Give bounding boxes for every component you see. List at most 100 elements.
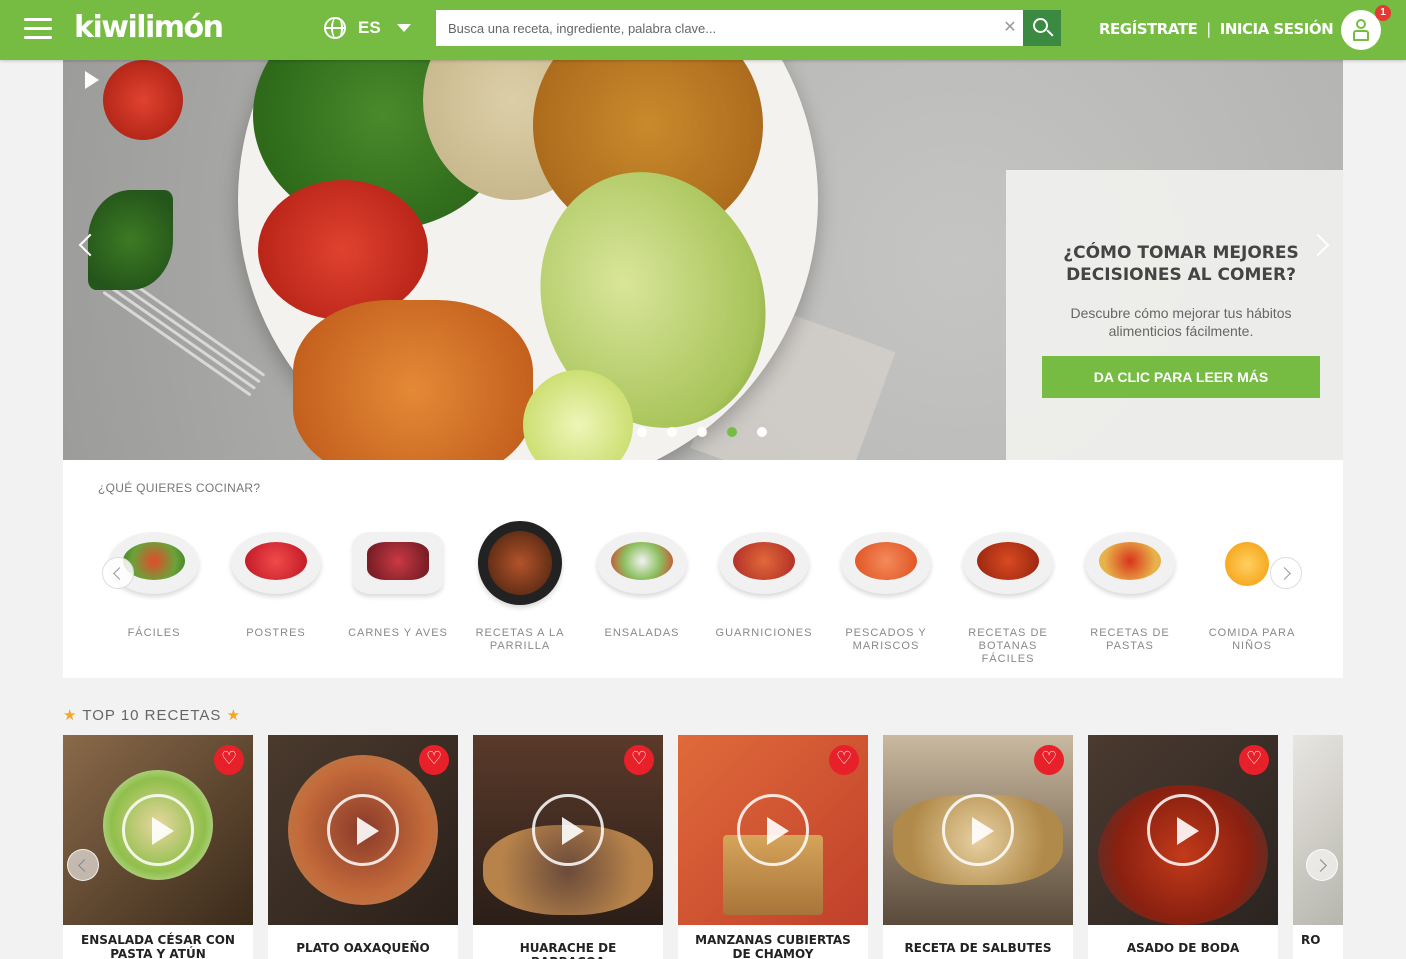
- recipe-card[interactable]: PLATO OAXAQUEÑO: [268, 735, 458, 959]
- favorite-heart-icon[interactable]: [214, 745, 244, 775]
- favorite-heart-icon[interactable]: [1034, 745, 1064, 775]
- category-pastas[interactable]: RECETAS DE PASTAS: [1069, 515, 1191, 666]
- language-label: ES: [358, 18, 381, 37]
- search-bar: ✕: [436, 10, 1061, 46]
- play-video-icon[interactable]: [122, 794, 194, 866]
- favorite-heart-icon[interactable]: [829, 745, 859, 775]
- wings-icon: [956, 515, 1060, 610]
- auth-separator: |: [1206, 20, 1211, 38]
- category-label: PESCADOS Y MARISCOS: [845, 627, 927, 652]
- category-label: RECETAS DE BOTANAS FÁCILES: [968, 627, 1048, 665]
- user-icon: [1356, 19, 1366, 29]
- salmon-icon: [834, 515, 938, 610]
- recipe-card[interactable]: ASADO DE BODA: [1088, 735, 1278, 959]
- favorite-heart-icon[interactable]: [419, 745, 449, 775]
- category-botanas[interactable]: RECETAS DE BOTANAS FÁCILES: [947, 515, 1069, 666]
- category-pescados[interactable]: PESCADOS Y MARISCOS: [825, 515, 947, 666]
- search-input[interactable]: [436, 10, 997, 46]
- recipe-image: [883, 735, 1073, 925]
- login-link[interactable]: INICIA SESIÓN: [1220, 20, 1334, 38]
- sweet-potato-image: [293, 300, 533, 460]
- meat-icon: [346, 515, 450, 610]
- star-icon: ★: [63, 707, 78, 724]
- carousel-dot[interactable]: [757, 427, 767, 437]
- recipe-image: [268, 735, 458, 925]
- spinach-leaf-image: [88, 190, 173, 290]
- carousel-dot-active[interactable]: [727, 427, 737, 437]
- recipe-image: [1088, 735, 1278, 925]
- category-heading: ¿QUÉ QUIERES COCINAR?: [98, 481, 261, 495]
- category-label: CARNES Y AVES: [348, 627, 448, 639]
- carousel-dot[interactable]: [637, 427, 647, 437]
- top10-heading: ★ TOP 10 RECETAS ★: [63, 706, 241, 724]
- recipe-title: MANZANAS CUBIERTAS DE CHAMOY: [695, 933, 851, 959]
- clear-icon[interactable]: ✕: [997, 10, 1023, 46]
- notification-badge: 1: [1375, 5, 1391, 21]
- top10-title: TOP 10 RECETAS: [82, 707, 222, 724]
- ratatouille-icon: [712, 515, 816, 610]
- cherry-tomatoes-image: [258, 180, 428, 320]
- play-video-icon[interactable]: [327, 794, 399, 866]
- category-label: COMIDA PARA NIÑOS: [1208, 627, 1296, 652]
- hamburger-menu-icon[interactable]: [24, 18, 52, 42]
- language-selector[interactable]: ES: [324, 17, 411, 39]
- recipes-next-arrow-icon[interactable]: [1306, 849, 1338, 881]
- carousel-dots: [637, 427, 767, 437]
- pasta-icon: [1078, 515, 1182, 610]
- hero-title: ¿CÓMO TOMAR MEJORES DECISIONES AL COMER?: [1063, 243, 1299, 285]
- category-guarniciones[interactable]: GUARNICIONES: [703, 515, 825, 666]
- category-label: ENSALADAS: [604, 627, 680, 639]
- play-video-icon[interactable]: [942, 794, 1014, 866]
- user-icon-body: [1353, 30, 1369, 41]
- play-video-icon[interactable]: [532, 794, 604, 866]
- recipe-title: PLATO OAXAQUEÑO: [296, 941, 430, 955]
- category-parrilla[interactable]: RECETAS A LA PARRILLA: [459, 515, 581, 666]
- category-section: ¿QUÉ QUIERES COCINAR? FÁCILES POSTRES CA…: [63, 460, 1343, 678]
- strawberries-icon: [224, 515, 328, 610]
- category-prev-arrow-icon[interactable]: [102, 557, 134, 589]
- category-postres[interactable]: POSTRES: [215, 515, 337, 666]
- favorite-heart-icon[interactable]: [624, 745, 654, 775]
- recipe-card[interactable]: RECETA DE SALBUTES: [883, 735, 1073, 959]
- read-more-button[interactable]: DA CLIC PARA LEER MÁS: [1042, 356, 1320, 398]
- category-label: FÁCILES: [127, 627, 181, 639]
- hero-banner: ¿CÓMO TOMAR MEJORES DECISIONES AL COMER?…: [63, 60, 1343, 460]
- grill-icon: [468, 515, 572, 610]
- auth-links: REGÍSTRATE | INICIA SESIÓN: [1099, 20, 1334, 38]
- play-video-icon[interactable]: [737, 794, 809, 866]
- category-label: GUARNICIONES: [715, 627, 813, 639]
- category-faciles[interactable]: FÁCILES: [93, 515, 215, 666]
- hero-promo-card: ¿CÓMO TOMAR MEJORES DECISIONES AL COMER?…: [1006, 170, 1343, 460]
- chevron-down-icon: [396, 24, 411, 32]
- recipe-card[interactable]: HUARACHE DE BARBACOA: [473, 735, 663, 959]
- salad-plate-icon: [590, 515, 694, 610]
- recipes-prev-arrow-icon[interactable]: [67, 849, 99, 881]
- top-header: kiwilimón ES ✕ REGÍSTRATE | INICIA SESIÓ…: [0, 0, 1406, 60]
- top10-carousel: ENSALADA CÉSAR CON PASTA Y ATÚN PLATO OA…: [63, 735, 1343, 959]
- recipe-card[interactable]: MANZANAS CUBIERTAS DE CHAMOY: [678, 735, 868, 959]
- recipe-title: RO: [1301, 933, 1321, 947]
- category-ninos[interactable]: COMIDA PARA NIÑOS: [1191, 515, 1313, 666]
- recipe-card[interactable]: ENSALADA CÉSAR CON PASTA Y ATÚN: [63, 735, 253, 959]
- category-carnes-y-aves[interactable]: CARNES Y AVES: [337, 515, 459, 666]
- category-label: RECETAS A LA PARRILLA: [475, 627, 565, 652]
- register-link[interactable]: REGÍSTRATE: [1099, 20, 1198, 38]
- site-logo[interactable]: kiwilimón: [74, 10, 224, 45]
- recipe-title: ENSALADA CÉSAR CON PASTA Y ATÚN: [81, 933, 235, 959]
- play-video-icon[interactable]: [1147, 794, 1219, 866]
- category-label: RECETAS DE PASTAS: [1090, 627, 1170, 652]
- recipe-image: [678, 735, 868, 925]
- category-ensaladas[interactable]: ENSALADAS: [581, 515, 703, 666]
- play-icon[interactable]: [85, 71, 99, 89]
- favorite-heart-icon[interactable]: [1239, 745, 1269, 775]
- star-icon: ★: [226, 707, 242, 724]
- recipe-card[interactable]: RO: [1293, 735, 1343, 959]
- carousel-dot[interactable]: [667, 427, 677, 437]
- recipe-image: [63, 735, 253, 925]
- category-next-arrow-icon[interactable]: [1270, 557, 1302, 589]
- carousel-dot[interactable]: [697, 427, 707, 437]
- search-button[interactable]: [1023, 10, 1061, 46]
- category-label: POSTRES: [246, 627, 306, 639]
- fork-image: [101, 271, 266, 399]
- recipe-image: [473, 735, 663, 925]
